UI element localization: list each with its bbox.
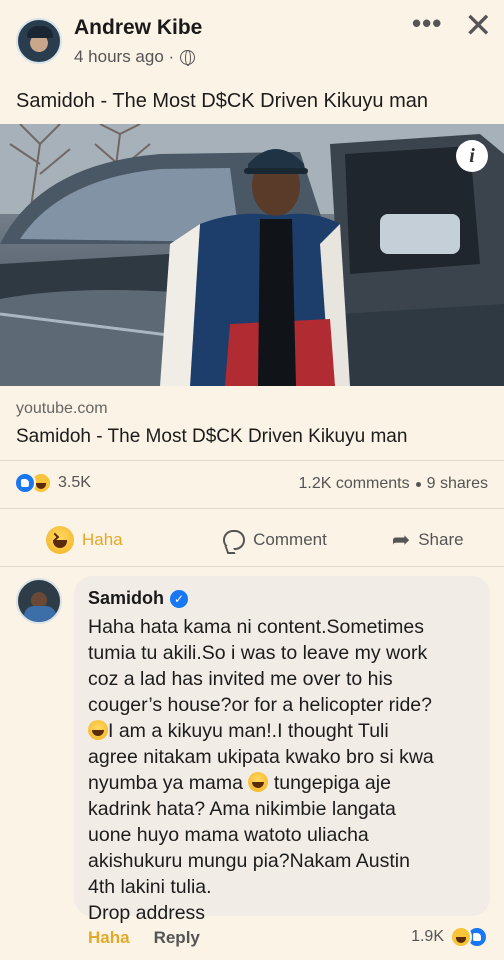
comment-line: 4th lakini tulia. bbox=[88, 876, 212, 898]
comment-line: I am a kikuyu man!.I thought Tuli bbox=[108, 720, 389, 742]
divider bbox=[0, 460, 504, 461]
comment-actions: Haha Reply bbox=[88, 928, 200, 948]
laughing-emoji-icon bbox=[88, 720, 108, 740]
haha-icon bbox=[46, 526, 74, 554]
comment-line-with-emoji: I am a kikuyu man!.I thought Tuli bbox=[88, 718, 488, 744]
commenter-name: Samidoh ✓ bbox=[88, 588, 189, 609]
share-button[interactable]: ➦ Share bbox=[351, 518, 504, 562]
link-preview-image[interactable] bbox=[0, 124, 504, 386]
comment-text: Haha hata kama ni content.Sometimes tumi… bbox=[88, 614, 488, 926]
comment-line: akishukuru mungu pia?Nakam Austin bbox=[88, 850, 410, 872]
comment-line-with-emoji: nyumba ya mama tungepiga aje bbox=[88, 770, 488, 796]
verified-icon: ✓ bbox=[170, 589, 189, 608]
comment-icon bbox=[223, 530, 246, 550]
author-avatar[interactable] bbox=[16, 18, 62, 64]
comment-reaction-count: 1.9K bbox=[411, 928, 444, 945]
comment-line: Drop address bbox=[88, 902, 206, 924]
commenter-avatar[interactable] bbox=[16, 578, 62, 624]
share-icon: ➦ bbox=[391, 527, 411, 552]
laughing-emoji-icon bbox=[248, 772, 269, 792]
more-icon[interactable]: ••• bbox=[412, 8, 442, 39]
comment-haha-button[interactable]: Haha bbox=[88, 928, 130, 948]
share-label: Share bbox=[418, 530, 464, 549]
comment-line: Haha hata kama ni content.Sometimes bbox=[88, 616, 425, 638]
comment-line: tumia tu akili.So i was to leave my work bbox=[88, 642, 428, 664]
comment-reaction-summary[interactable]: 1.9K bbox=[411, 926, 488, 948]
link-title[interactable]: Samidoh - The Most D$CK Driven Kikuyu ma… bbox=[16, 426, 407, 448]
comment-button[interactable]: Comment bbox=[199, 518, 352, 562]
comment-line: nyumba ya mama bbox=[88, 772, 243, 794]
comment-line: couger’s house?or for a helicopter ride? bbox=[88, 694, 432, 716]
post-time[interactable]: 4 hours ago · bbox=[74, 47, 174, 67]
share-count[interactable]: 9 shares bbox=[427, 475, 488, 493]
comment-line: tungepiga aje bbox=[273, 772, 391, 794]
comment-label: Comment bbox=[253, 530, 327, 549]
reaction-summary[interactable]: 3.5K bbox=[14, 472, 91, 494]
info-icon[interactable]: i bbox=[456, 140, 488, 172]
post-header: Andrew Kibe 4 hours ago · ••• ✕ bbox=[0, 0, 504, 84]
comment-line: uone huyo mama watoto uliacha bbox=[88, 824, 369, 846]
comment-line: agree nitakam ukipata kwako bro si kwa bbox=[88, 746, 434, 768]
separator-dot bbox=[415, 481, 421, 487]
comment-count[interactable]: 1.2K comments bbox=[298, 475, 409, 493]
car-photo bbox=[0, 124, 504, 386]
post-stats: 1.2K comments 9 shares bbox=[298, 475, 488, 493]
link-domain[interactable]: youtube.com bbox=[16, 400, 108, 418]
like-reaction-icon bbox=[14, 472, 36, 494]
post-text: Samidoh - The Most D$CK Driven Kikuyu ma… bbox=[16, 90, 429, 112]
comment-line: coz a lad has invited me over to his bbox=[88, 668, 393, 690]
haha-button[interactable]: Haha bbox=[0, 518, 199, 562]
action-bar: Haha Comment ➦ Share bbox=[0, 518, 504, 562]
comment-line: kadrink hata? Ama nikimbie langata bbox=[88, 798, 396, 820]
commenter-name-text[interactable]: Samidoh bbox=[88, 588, 164, 609]
post-meta: 4 hours ago · bbox=[74, 47, 196, 67]
divider bbox=[0, 566, 504, 567]
divider bbox=[0, 508, 504, 509]
haha-reaction-icon bbox=[450, 926, 472, 948]
close-icon[interactable]: ✕ bbox=[464, 6, 493, 46]
globe-icon bbox=[180, 49, 196, 66]
author-name[interactable]: Andrew Kibe bbox=[74, 16, 202, 40]
haha-label: Haha bbox=[82, 530, 123, 549]
reply-button[interactable]: Reply bbox=[154, 928, 200, 948]
reaction-count: 3.5K bbox=[58, 474, 91, 491]
